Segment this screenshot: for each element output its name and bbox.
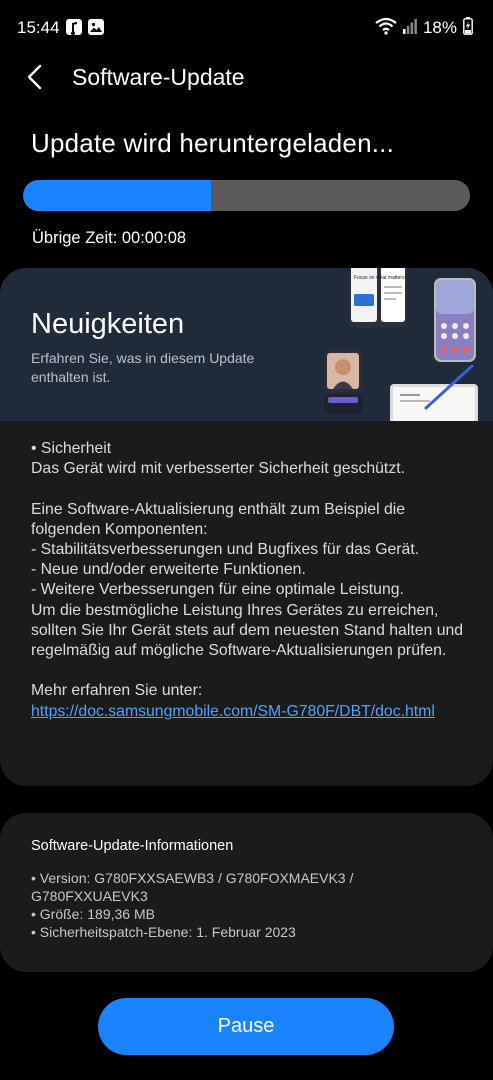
documentation-link[interactable]: https://doc.samsungmobile.com/SM-G780F/D… [31,703,435,720]
remaining-time: Übrige Zeit: 00:00:08 [32,229,187,247]
wifi-icon [375,17,397,40]
gallery-icon [88,19,104,35]
status-right: 18% [375,16,473,40]
news-line [31,479,471,499]
status-bar: 15:44 18% [0,0,493,56]
news-line: - Stabilitätsverbesserungen und Bugfixes… [31,541,420,558]
flip-phone-illustration [324,350,362,416]
news-line: Eine Software-Aktualisierung enthält zum… [31,500,406,538]
news-line: Mehr erfahren Sie unter: [31,682,203,700]
battery-percentage: 18% [422,18,457,37]
news-banner: Neuigkeiten Erfahren Sie, was in diesem … [0,268,493,424]
news-title: Neuigkeiten [31,308,185,340]
battery-charging-icon [463,16,473,40]
news-card: Neuigkeiten Erfahren Sie, was in diesem … [0,268,493,786]
illustration-caption: Focus on what matters [354,275,405,281]
info-title: Software-Update-Informationen [31,838,234,854]
tablet-illustration [388,364,493,424]
info-security-patch: • Sicherheitspatch-Ebene: 1. Februar 202… [31,924,296,940]
news-line: - Weitere Verbesserungen für eine optima… [31,581,404,599]
progress-fill [23,180,211,211]
info-list: • Version: G780FXXSAEWB3 / G780FOXMAEVK3… [31,869,371,941]
news-line: Um die bestmögliche Leistung Ihres Gerät… [31,601,464,660]
foldable-phone-illustration: Focus on what matters [349,268,409,334]
news-line: • Sicherheit [31,440,112,457]
phone-illustration [434,278,476,362]
news-line: - Neue und/oder erweiterte Funktionen. [31,561,306,579]
news-subtitle: Erfahren Sie, was in diesem Update entha… [31,350,255,385]
news-line: Das Gerät wird mit verbesserter Sicherhe… [31,460,405,478]
update-info-card: Software-Update-Informationen • Version:… [0,813,493,972]
pause-button[interactable]: Pause [98,998,394,1055]
status-time: 15:44 [17,18,60,37]
download-progress-bar [23,180,470,211]
info-version: • Version: G780FXXSAEWB3 / G780FOXMAEVK3… [31,870,354,904]
chevron-left-icon [27,64,42,90]
news-line [31,661,471,681]
music-note-icon [66,19,82,35]
back-button[interactable] [24,62,48,92]
news-body: • Sicherheit Das Gerät wird mit verbesse… [31,439,471,722]
page-title: Software-Update [72,64,245,90]
download-status-heading: Update wird heruntergeladen... [31,128,395,158]
info-size: • Größe: 189,36 MB [31,906,155,922]
signal-icon [402,18,417,39]
